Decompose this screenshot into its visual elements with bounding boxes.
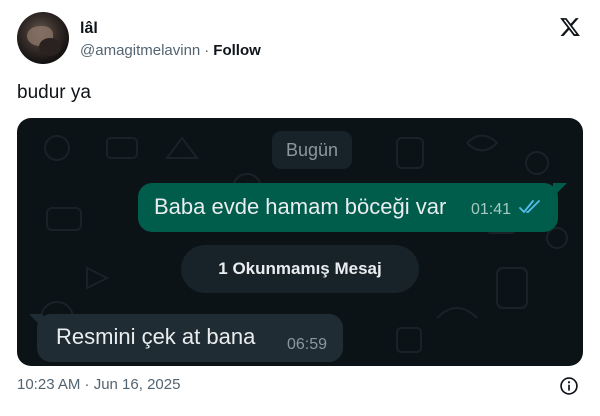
unread-messages-chip: 1 Okunmamış Mesaj bbox=[181, 245, 419, 293]
separator-dot: · bbox=[204, 42, 210, 59]
outgoing-message[interactable]: Baba evde hamam böceği var 01:41 bbox=[138, 183, 558, 232]
tweet-text: budur ya bbox=[17, 82, 91, 103]
tweet-header: lâl @amagitmelavinn · Follow bbox=[17, 12, 583, 64]
author-handle-row: @amagitmelavinn · Follow bbox=[80, 42, 261, 59]
author-name[interactable]: lâl bbox=[80, 20, 98, 38]
info-icon[interactable] bbox=[559, 376, 579, 396]
incoming-message-text: Resmini çek at bana bbox=[56, 324, 256, 349]
x-logo-icon[interactable] bbox=[559, 16, 581, 38]
author-handle[interactable]: @amagitmelavinn bbox=[80, 42, 200, 59]
incoming-message[interactable]: Resmini çek at bana 06:59 bbox=[37, 314, 343, 362]
avatar[interactable] bbox=[17, 12, 69, 64]
chat-screenshot[interactable]: Bugün Baba evde hamam böceği var 01:41 1… bbox=[17, 118, 583, 366]
incoming-message-time: 06:59 bbox=[287, 336, 328, 353]
outgoing-message-text: Baba evde hamam böceği var bbox=[154, 194, 447, 219]
tweet-timestamp[interactable]: 10:23 AM · Jun 16, 2025 bbox=[17, 376, 180, 393]
outgoing-message-time: 01:41 bbox=[471, 201, 512, 218]
date-chip: Bugün bbox=[272, 131, 352, 169]
double-check-icon bbox=[519, 200, 540, 213]
follow-button[interactable]: Follow bbox=[213, 42, 261, 59]
